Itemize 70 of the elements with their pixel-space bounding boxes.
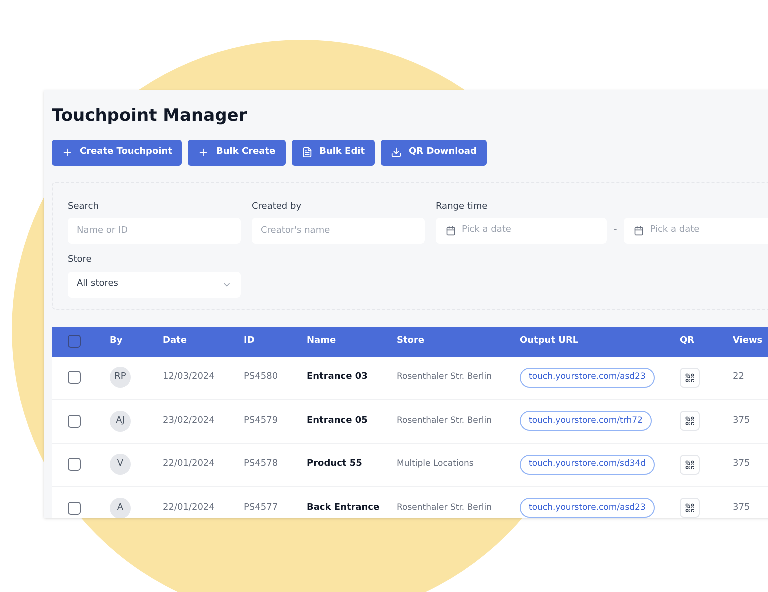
table-cell: Multiple Locations [397, 458, 474, 472]
table-cell: Rosenthaler Str. Berlin [397, 371, 492, 384]
field-label: Created by [252, 200, 302, 214]
page-title: Touchpoint Manager [52, 105, 248, 128]
table-cell-text: Back Entrance [307, 502, 380, 514]
plus-icon [62, 147, 73, 158]
qr-code-button[interactable] [680, 498, 700, 518]
qr-code-button[interactable] [680, 411, 700, 432]
range-separator: - [614, 224, 618, 238]
table-cell-text: 22/01/2024 [163, 458, 215, 471]
qr-code-icon [685, 416, 695, 426]
checkbox[interactable] [68, 502, 81, 515]
url-link[interactable]: touch.yourstore.com/trh72 [520, 411, 652, 432]
url-link[interactable]: touch.yourstore.com/asd23 [520, 498, 655, 518]
checkbox[interactable] [68, 458, 81, 472]
column-header: Output URL [520, 334, 579, 348]
checkbox[interactable] [68, 335, 81, 348]
qr-code-icon [685, 460, 695, 470]
column-header: Store [397, 334, 425, 348]
column-header: Name [307, 334, 336, 348]
action-button[interactable]: Create Touchpoint [52, 140, 182, 166]
text-field[interactable]: Creator's name [252, 218, 425, 244]
field-label: Search [68, 200, 99, 214]
table-cell-text: 12/03/2024 [163, 371, 215, 384]
date-field[interactable]: Pick a date [436, 218, 607, 244]
column-header: Views [733, 334, 763, 348]
url-link[interactable]: touch.yourstore.com/asd23 [520, 368, 655, 388]
url-link[interactable]: touch.yourstore.com/sd34d [520, 454, 656, 475]
document-icon [302, 147, 313, 158]
action-button[interactable]: Bulk Create [188, 140, 286, 166]
download-icon [391, 147, 402, 158]
checkbox[interactable] [68, 414, 81, 428]
table-cell-text: PS4579 [244, 414, 278, 428]
table-cell-text: PS4578 [244, 458, 278, 471]
store-dropdown[interactable]: All stores [68, 272, 241, 298]
field-label: Store [68, 254, 92, 267]
table-cell-text: 22/01/2024 [163, 502, 215, 514]
action-button[interactable]: Bulk Edit [292, 140, 376, 166]
user-avatar: V [110, 454, 131, 476]
field-label: Range time [436, 200, 488, 214]
action-button[interactable]: QR Download [381, 140, 487, 166]
checkbox[interactable] [68, 371, 81, 384]
table-cell-text: Entrance 05 [307, 414, 368, 428]
table-cell-text: PS4577 [244, 502, 278, 514]
text-field[interactable]: Name or ID [68, 218, 241, 244]
qr-code-button[interactable] [680, 454, 700, 475]
column-header: Date [163, 334, 187, 348]
table-cell-text: 375 [733, 414, 750, 428]
table-cell-text: 375 [733, 458, 750, 471]
plus-icon [198, 147, 210, 158]
user-avatar: RP [110, 367, 131, 388]
calendar-icon [634, 226, 644, 236]
qr-code-icon [685, 372, 695, 383]
table-cell-text: 23/02/2024 [163, 414, 215, 428]
user-avatar: A [110, 498, 131, 518]
table-cell-text: 375 [733, 502, 750, 514]
qr-code-button[interactable] [680, 368, 700, 388]
column-header: QR [680, 334, 695, 348]
date-field[interactable]: Pick a date [624, 218, 768, 244]
table-cell: Rosenthaler Str. Berlin [397, 414, 492, 428]
table-cell-text: Product 55 [307, 458, 362, 471]
calendar-icon [446, 226, 456, 236]
table-cell-text: Entrance 03 [307, 371, 368, 384]
table-cell-text: PS4580 [244, 371, 278, 384]
column-header: ID [244, 334, 255, 348]
table-cell: Rosenthaler Str. Berlin [397, 502, 492, 515]
user-avatar: AJ [110, 410, 131, 432]
qr-code-icon [685, 503, 695, 514]
column-header: By [110, 334, 123, 348]
table-cell-text: 22 [733, 371, 744, 384]
